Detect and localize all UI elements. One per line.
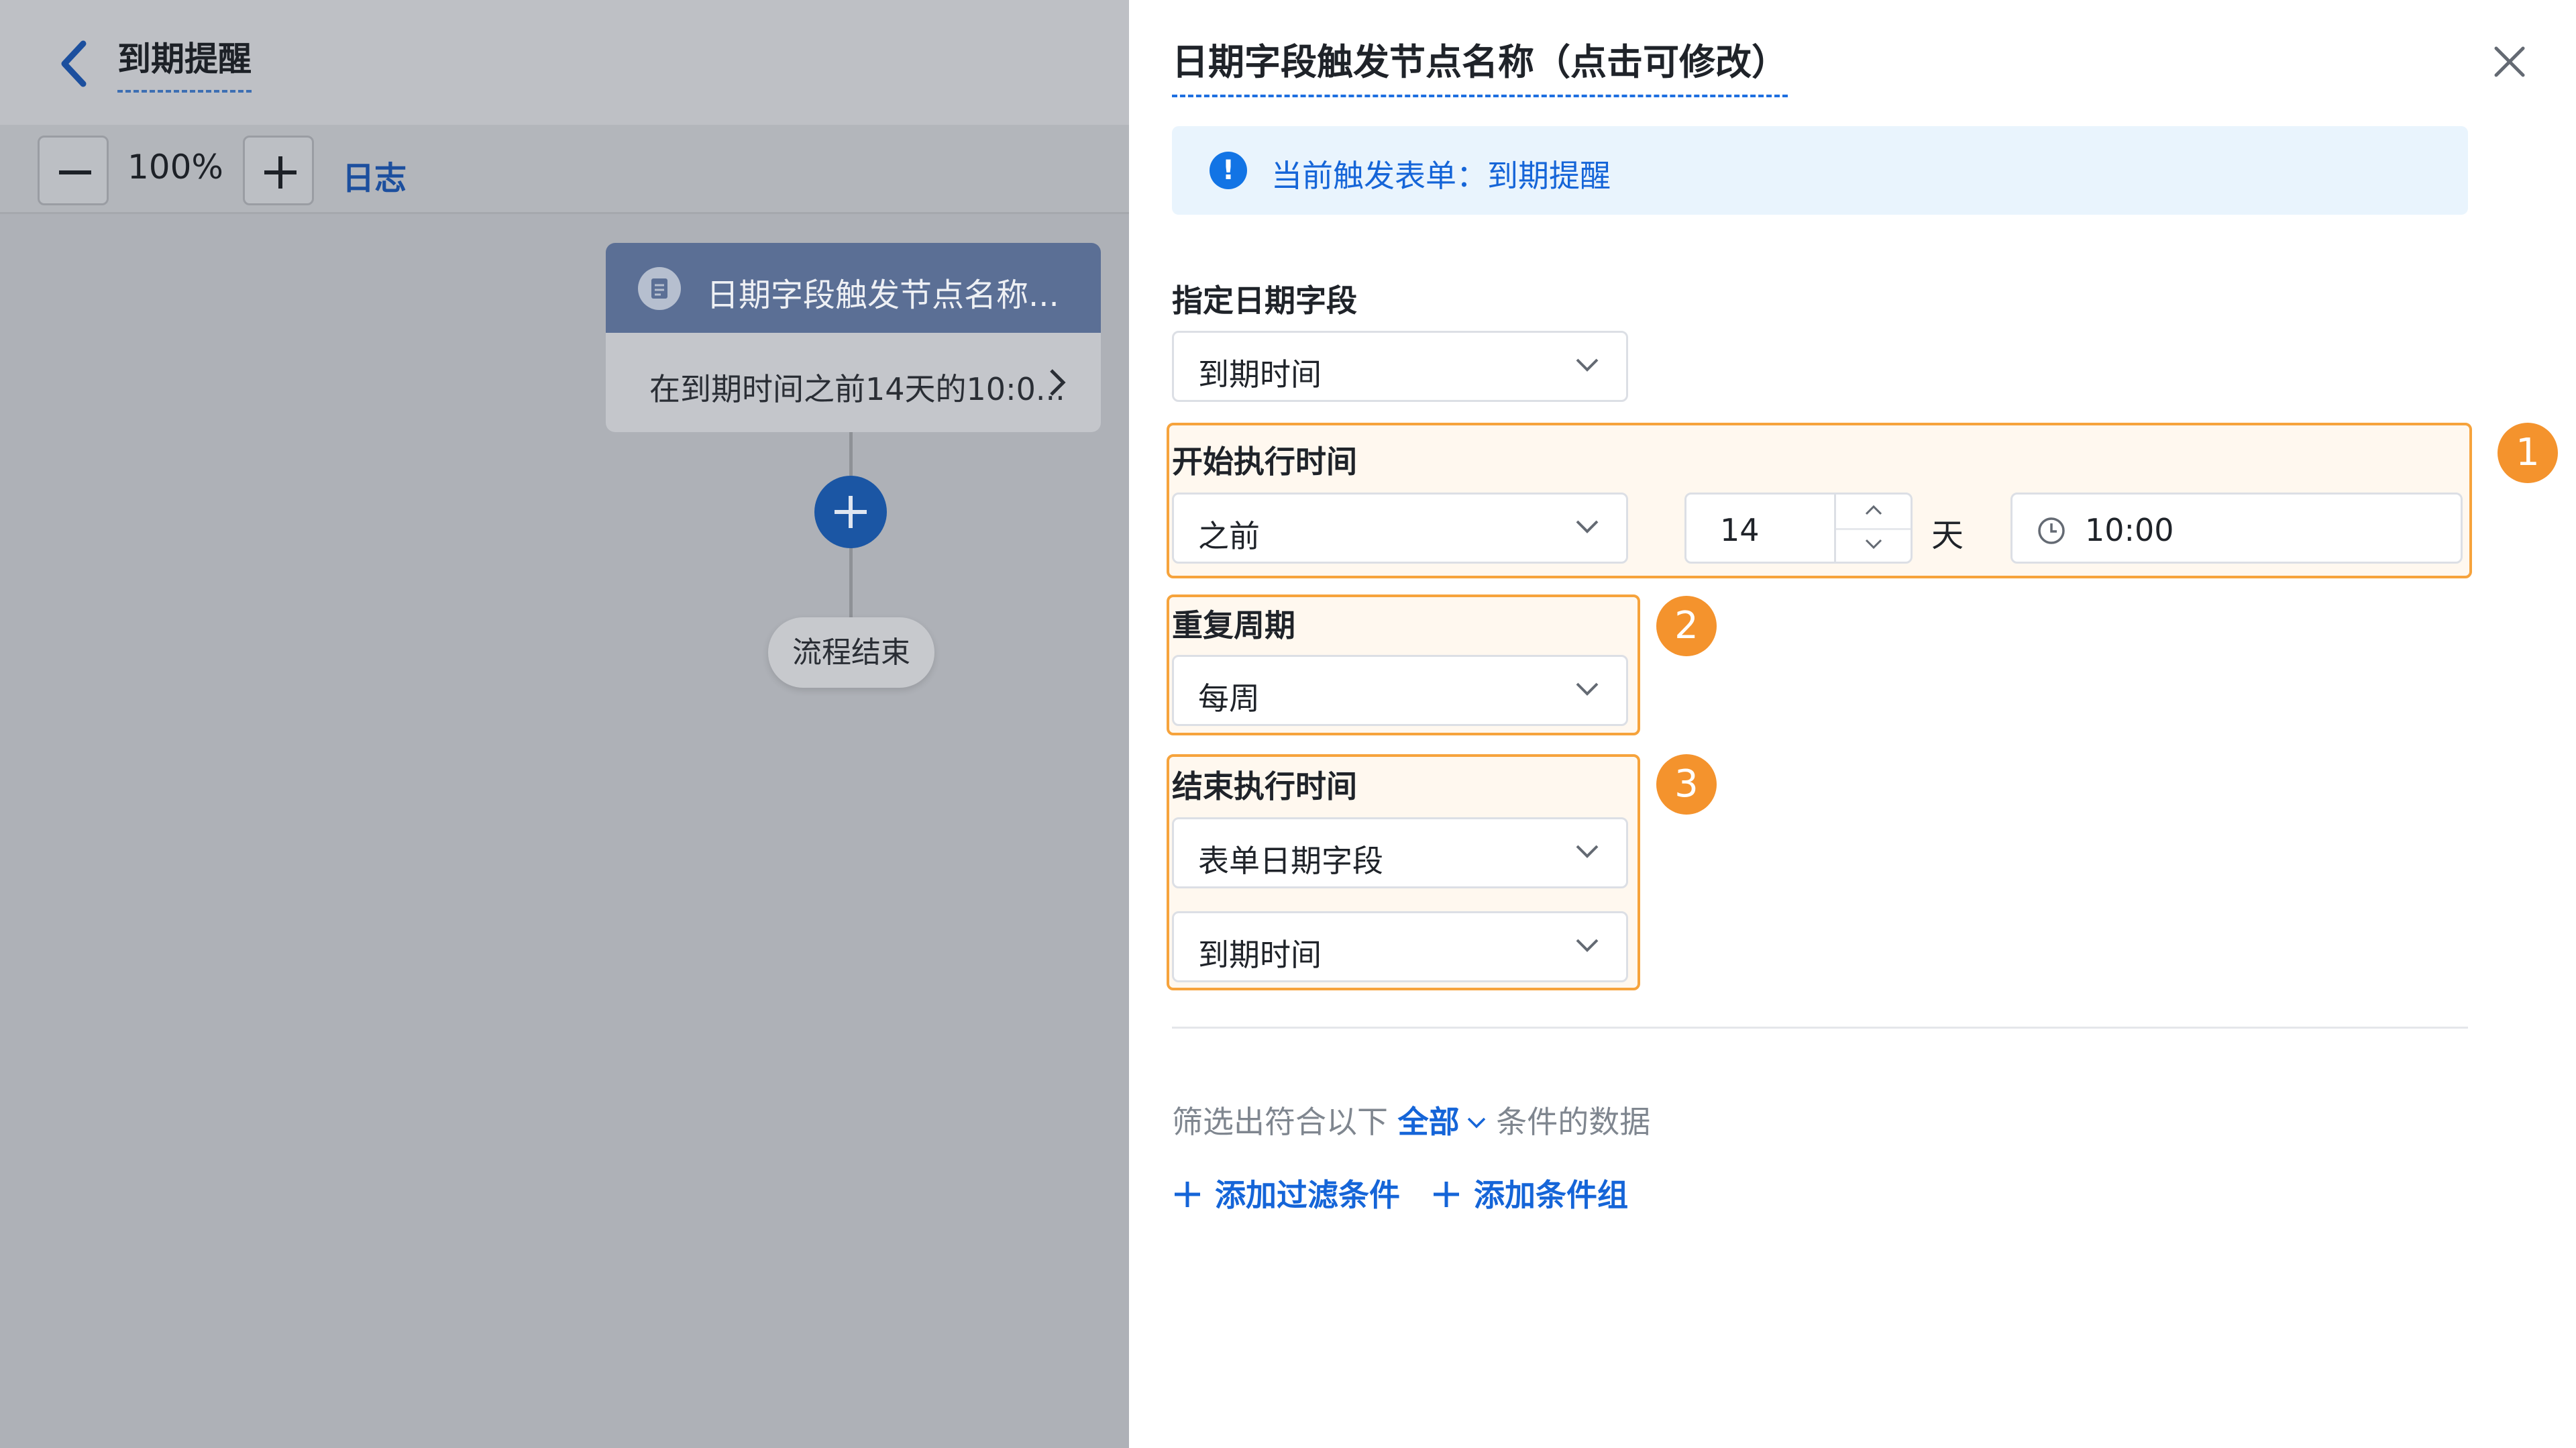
stepper-down-button[interactable] <box>1836 528 1911 562</box>
flow-title[interactable]: 到期提醒 <box>117 32 252 93</box>
chevron-down-icon <box>1576 358 1599 372</box>
zoom-level: 100% <box>127 148 223 187</box>
trigger-node[interactable]: 日期字段触发节点名称... 在到期时间之前14天的10:0... <box>606 243 1101 432</box>
chevron-right-icon <box>1050 369 1066 396</box>
trigger-node-header: 日期字段触发节点名称... <box>606 243 1101 333</box>
callout-badge-2: 2 <box>1656 596 1717 656</box>
repeat-value: 每周 <box>1198 680 1260 717</box>
add-filter-condition-label: 添加过滤条件 <box>1215 1177 1400 1213</box>
end-field-select[interactable]: 到期时间 <box>1172 911 1628 982</box>
document-icon <box>638 267 681 310</box>
flow-header: 到期提醒 <box>0 0 1129 125</box>
info-text: 当前触发表单：到期提醒 <box>1271 158 1611 194</box>
plus-icon <box>264 156 297 189</box>
chevron-up-icon <box>1865 505 1882 515</box>
filter-mode-select[interactable]: 全部 <box>1398 1104 1487 1140</box>
clock-icon <box>2038 517 2065 544</box>
zoom-in-button[interactable] <box>243 136 314 205</box>
end-time-label: 结束执行时间 <box>1172 768 1357 805</box>
log-link[interactable]: 日志 <box>342 152 407 199</box>
connector-line <box>849 548 853 617</box>
chevron-down-icon <box>1576 845 1599 858</box>
date-field-label: 指定日期字段 <box>1172 282 1357 319</box>
date-field-value: 到期时间 <box>1198 356 1322 393</box>
trigger-node-body: 在到期时间之前14天的10:0... <box>606 333 1101 432</box>
callout-badge-3: 3 <box>1656 754 1717 815</box>
trigger-node-description: 在到期时间之前14天的10:0... <box>649 371 1065 407</box>
add-condition-group-button[interactable]: 添加条件组 <box>1431 1171 1628 1215</box>
filter-description: 筛选出符合以下 全部 条件的数据 <box>1172 1098 1650 1142</box>
chevron-down-icon <box>1865 539 1882 550</box>
end-type-value: 表单日期字段 <box>1198 843 1383 879</box>
repeat-select[interactable]: 每周 <box>1172 655 1628 726</box>
trigger-node-title: 日期字段触发节点名称... <box>706 276 1059 314</box>
filter-prefix: 筛选出符合以下 <box>1172 1104 1388 1140</box>
info-icon: ! <box>1210 152 1247 189</box>
filter-suffix: 条件的数据 <box>1496 1104 1651 1140</box>
days-stepper[interactable]: 14 <box>1684 493 1913 564</box>
section-divider <box>1172 1027 2468 1029</box>
start-time-label: 开始执行时间 <box>1172 444 1357 480</box>
settings-panel: 日期字段触发节点名称（点击可修改） ! 当前触发表单：到期提醒 指定日期字段 到… <box>1129 0 2576 1448</box>
start-direction-value: 之前 <box>1198 518 1260 554</box>
stepper-up-button[interactable] <box>1836 495 1911 528</box>
flow-canvas: 到期提醒 100% 日志 日期字段触发节点名称... 在到期时间之前14天的10… <box>0 0 1129 1448</box>
info-banner: ! 当前触发表单：到期提醒 <box>1172 126 2468 215</box>
date-field-select[interactable]: 到期时间 <box>1172 331 1628 402</box>
add-condition-group-label: 添加条件组 <box>1474 1177 1628 1213</box>
plus-icon <box>835 496 867 528</box>
plus-icon <box>1175 1182 1200 1207</box>
end-field-value: 到期时间 <box>1198 937 1322 973</box>
connector-line <box>849 432 853 476</box>
callout-badge-1: 1 <box>2498 423 2558 483</box>
chevron-down-icon <box>1576 939 1599 952</box>
days-value: 14 <box>1720 512 1760 548</box>
time-value: 10:00 <box>2085 512 2174 548</box>
end-type-select[interactable]: 表单日期字段 <box>1172 817 1628 888</box>
zoom-out-button[interactable] <box>38 136 109 205</box>
close-icon[interactable] <box>2489 42 2530 82</box>
chevron-down-icon <box>1576 520 1599 533</box>
panel-title[interactable]: 日期字段触发节点名称（点击可修改） <box>1172 32 1788 97</box>
time-picker[interactable]: 10:00 <box>2010 493 2463 564</box>
plus-icon <box>1434 1182 1459 1207</box>
chevron-down-icon <box>1576 682 1599 696</box>
add-filter-condition-button[interactable]: 添加过滤条件 <box>1172 1171 1400 1215</box>
end-node: 流程结束 <box>768 617 934 688</box>
chevron-down-icon <box>1467 1117 1485 1129</box>
back-arrow-icon[interactable] <box>55 37 95 91</box>
day-unit-label: 天 <box>1931 517 1964 554</box>
add-node-button[interactable] <box>814 476 887 548</box>
repeat-label: 重复周期 <box>1172 607 1295 643</box>
filter-mode-value: 全部 <box>1397 1104 1460 1140</box>
start-direction-select[interactable]: 之前 <box>1172 493 1628 564</box>
stepper-arrows <box>1834 495 1911 562</box>
minus-icon <box>59 170 91 174</box>
